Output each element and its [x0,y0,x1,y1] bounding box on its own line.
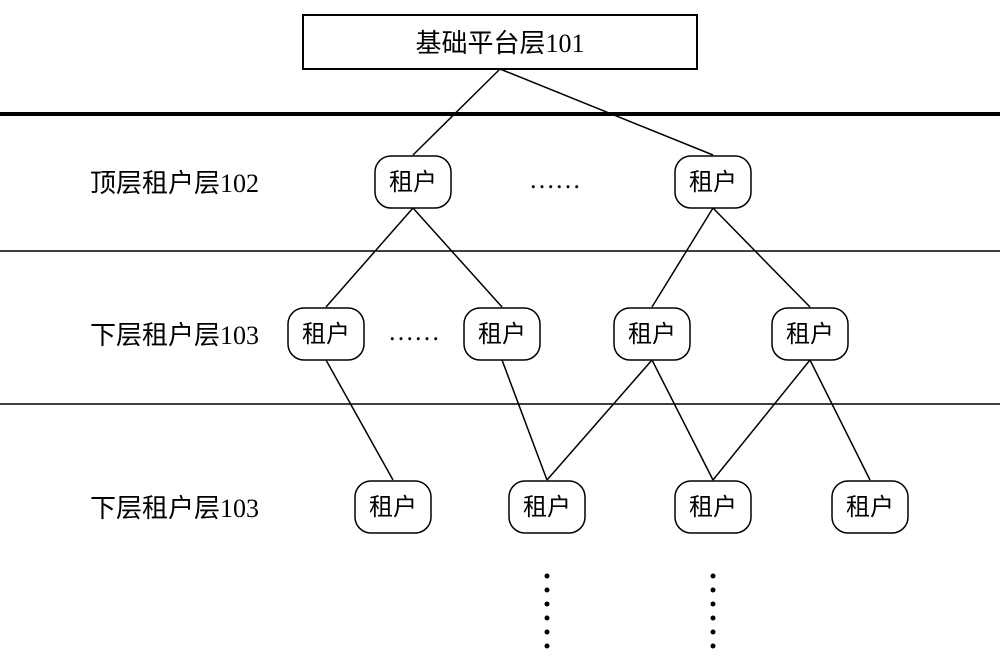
tenant-label: 租户 [628,321,676,348]
tenant-label: 租户 [369,494,417,521]
connector [652,208,713,307]
connector [810,360,870,480]
connector [502,360,547,480]
hdots-icon: …… [529,165,581,194]
connector [547,360,652,480]
root-label: 基础平台层101 [415,29,584,58]
vdots-icon [711,574,716,649]
tenant-label: 租户 [478,321,526,348]
hdots-icon: …… [388,317,440,346]
layer-label-2: 下层租户层103 [90,321,259,350]
connector [652,360,713,480]
tenant-label: 租户 [689,494,737,521]
layer-label-1: 顶层租户层102 [90,169,259,198]
connector [713,360,810,480]
connector [326,360,393,480]
connector [413,208,502,307]
tenant-label: 租户 [786,321,834,348]
tenant-label: 租户 [689,169,737,196]
tenant-label: 租户 [302,321,350,348]
vdots-icon [545,574,550,649]
layer-label-3: 下层租户层103 [90,494,259,523]
tenant-label: 租户 [846,494,894,521]
connector [713,208,810,307]
tenant-label: 租户 [389,169,437,196]
connector [326,208,413,307]
tenant-label: 租户 [523,494,571,521]
